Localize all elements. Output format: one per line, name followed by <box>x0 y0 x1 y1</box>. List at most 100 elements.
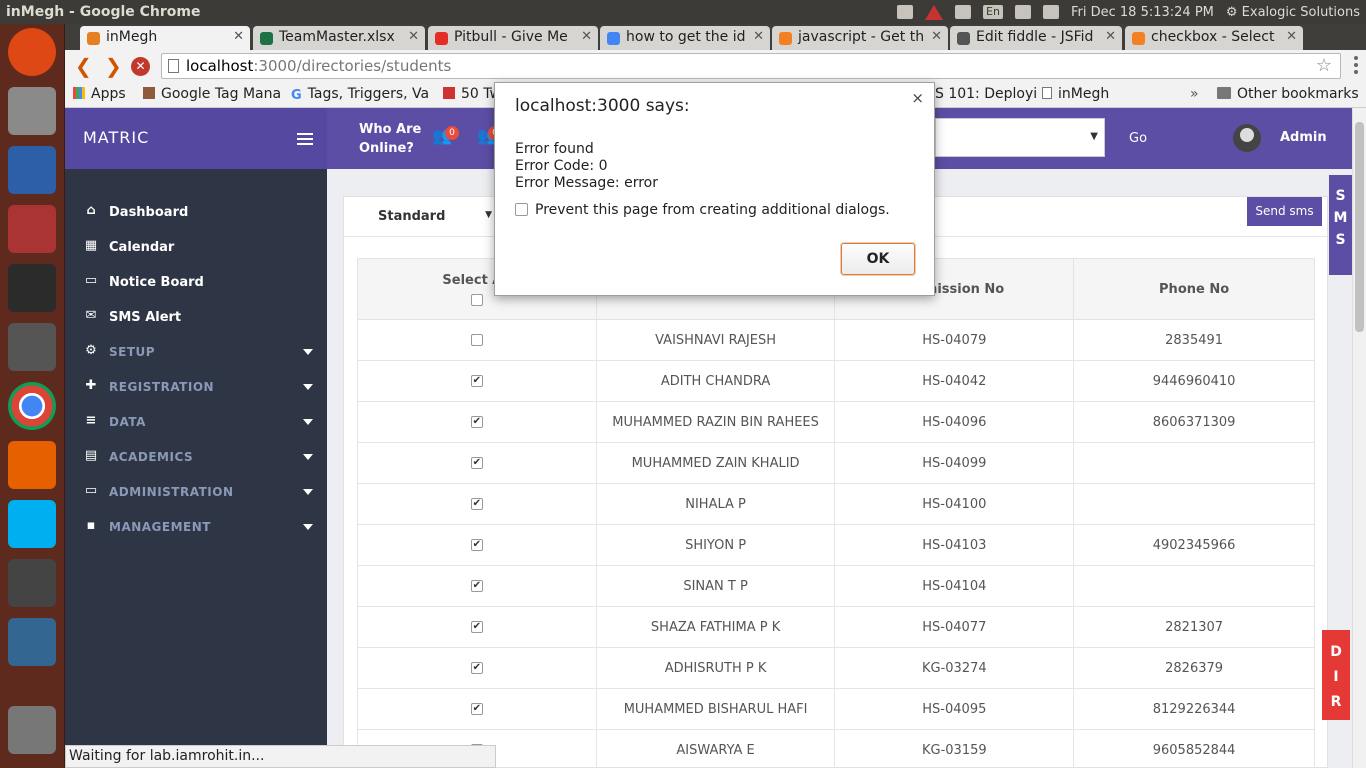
warning-icon[interactable] <box>924 4 943 20</box>
close-tab-icon[interactable]: ✕ <box>1286 29 1297 44</box>
cell-phone: 9446960410 <box>1073 360 1315 402</box>
tab-2[interactable]: Pitbull - Give Me ✕ <box>428 26 598 50</box>
close-tab-icon[interactable]: ✕ <box>408 29 419 44</box>
sms-side-tab[interactable]: S M S <box>1329 175 1352 275</box>
row-checkbox[interactable]: ✔ <box>470 703 483 715</box>
close-tab-icon[interactable]: ✕ <box>233 29 244 44</box>
row-checkbox[interactable]: ✔ <box>470 416 483 428</box>
sidebar-item-dashboard[interactable]: ⌂ Dashboard <box>83 203 319 223</box>
clock[interactable]: Fri Dec 18 5:13:24 PM <box>1071 5 1214 20</box>
row-checkbox[interactable]: ✔ <box>470 621 483 633</box>
trash-icon[interactable] <box>8 706 56 754</box>
who-online-label[interactable]: Who Are Online? <box>359 120 421 158</box>
bookmarks-overflow-icon[interactable]: » <box>1190 86 1199 102</box>
standard-select[interactable]: Standard ▼ <box>361 200 501 233</box>
mail-icon[interactable] <box>1014 5 1031 19</box>
scrollbar-thumb[interactable] <box>1355 122 1364 332</box>
go-button[interactable]: Go <box>1129 131 1147 146</box>
phone-no-header[interactable]: Phone No <box>1073 258 1315 320</box>
tab-5[interactable]: Edit fiddle - JSFid ✕ <box>950 26 1122 50</box>
avatar[interactable] <box>1233 124 1261 152</box>
writer-icon[interactable] <box>8 146 56 194</box>
bookmark-inmegh[interactable]: inMegh <box>1042 86 1109 102</box>
sidebar-item-notice-board[interactable]: ▭ Notice Board <box>83 273 319 293</box>
close-tab-icon[interactable]: ✕ <box>1105 29 1116 44</box>
volume-icon[interactable] <box>1042 5 1059 19</box>
row-checkbox[interactable]: ✔ <box>470 498 483 510</box>
close-tab-icon[interactable]: ✕ <box>581 29 592 44</box>
settings-icon[interactable] <box>8 205 56 253</box>
admin-user[interactable]: Admin <box>1280 130 1327 145</box>
network-icon[interactable] <box>954 5 971 19</box>
cell-phone: 8129226344 <box>1073 688 1315 730</box>
tab-favicon-icon <box>1132 32 1145 45</box>
ok-button[interactable]: OK <box>841 243 915 275</box>
session-user[interactable]: ⚙ Exalogic Solutions <box>1226 5 1360 20</box>
select-cell: ✔ <box>357 360 597 402</box>
sidebar-item-administration[interactable]: ▭ ADMINISTRATION <box>83 483 319 503</box>
stop-button[interactable]: ✕ <box>131 57 150 76</box>
cell-adm: HS-04079 <box>834 319 1075 361</box>
keyboard-layout-indicator[interactable]: En <box>982 5 1003 19</box>
prevent-dialogs-checkbox[interactable] <box>515 203 528 216</box>
row-checkbox[interactable]: ✔ <box>470 457 483 469</box>
bookmark-apps[interactable]: Apps <box>73 86 126 102</box>
dir-side-tab[interactable]: D I R <box>1322 630 1350 720</box>
cell-adm: HS-04096 <box>834 401 1075 443</box>
close-tab-icon[interactable]: ✕ <box>931 29 942 44</box>
row-checkbox[interactable]: ✔ <box>470 580 483 592</box>
chrome-menu-icon[interactable] <box>1354 56 1358 74</box>
prevent-dialogs-option[interactable]: Prevent this page from creating addition… <box>515 202 890 218</box>
cell-adm: HS-04104 <box>834 565 1075 607</box>
sidebar-item-registration[interactable]: ✚ REGISTRATION <box>83 378 319 398</box>
postgres-icon[interactable] <box>8 618 56 666</box>
forward-button[interactable]: ❯ <box>105 56 122 76</box>
bookmark-tags[interactable]: G Tags, Triggers, Va <box>291 86 429 102</box>
cell-adm: KG-03274 <box>834 647 1075 689</box>
sidebar-item-data[interactable]: ≡ DATA <box>83 413 319 433</box>
tab-favicon-icon <box>957 32 970 45</box>
select-all-checkbox[interactable] <box>470 293 483 306</box>
table-row: ✔ SHAZA FATHIMA P K HS-04077 2821307 <box>357 606 1315 648</box>
bookmark-deploy[interactable]: S 101: Deployi <box>935 86 1037 102</box>
sidebar-item-academics[interactable]: ▤ ACADEMICS <box>83 448 319 468</box>
row-checkbox[interactable]: ✔ <box>470 375 483 387</box>
send-sms-button[interactable]: Send sms <box>1247 197 1322 226</box>
back-button[interactable]: ❮ <box>75 56 92 76</box>
ubuntu-dash-icon[interactable] <box>8 28 56 76</box>
sidebar-item-management[interactable]: ▪ MANAGEMENT <box>83 518 319 538</box>
page-scrollbar[interactable] <box>1352 108 1366 768</box>
tab-0[interactable]: inMegh ✕ <box>80 26 250 50</box>
bookmark-star-icon[interactable]: ☆ <box>1316 55 1332 76</box>
row-checkbox[interactable]: ✔ <box>470 539 483 551</box>
select-cell: ✔ <box>357 606 597 648</box>
sidebar-item-label: DATA <box>109 415 146 429</box>
caret-down-icon <box>303 419 313 425</box>
sidebar-item-setup[interactable]: ⚙ SETUP <box>83 343 319 363</box>
row-checkbox[interactable] <box>470 334 483 346</box>
row-checkbox[interactable]: ✔ <box>470 662 483 674</box>
sidebar-item-sms-alert[interactable]: ✉ SMS Alert <box>83 308 319 328</box>
chrome-icon[interactable] <box>8 382 56 430</box>
pidgin-icon[interactable] <box>8 559 56 607</box>
tab-6[interactable]: checkbox - Select ✕ <box>1125 26 1303 50</box>
teamviewer-icon[interactable] <box>896 5 913 19</box>
other-bookmarks[interactable]: Other bookmarks <box>1217 86 1359 102</box>
files-icon[interactable] <box>8 87 56 135</box>
close-icon[interactable]: × <box>911 89 924 107</box>
app-brand[interactable]: MATRIC <box>65 108 327 169</box>
sidebar-item-calendar[interactable]: ▦ Calendar <box>83 238 319 258</box>
skype-icon[interactable] <box>8 500 56 548</box>
search-select[interactable]: ▼ <box>935 118 1105 157</box>
bookmark-50tw[interactable]: 50 Tw <box>443 86 501 102</box>
tab-1[interactable]: TeamMaster.xlsx ✕ <box>253 26 425 50</box>
close-tab-icon[interactable]: ✕ <box>753 29 764 44</box>
firefox-icon[interactable] <box>8 441 56 489</box>
terminal-icon[interactable] <box>8 264 56 312</box>
menu-toggle-icon[interactable] <box>297 133 313 145</box>
sublime-icon[interactable] <box>8 323 56 371</box>
tab-4[interactable]: javascript - Get th ✕ <box>772 26 948 50</box>
address-bar[interactable]: localhost:3000/directories/students ☆ <box>161 53 1341 79</box>
bookmark-gtm[interactable]: Google Tag Mana <box>143 86 281 102</box>
tab-3[interactable]: how to get the id ✕ <box>600 26 770 50</box>
